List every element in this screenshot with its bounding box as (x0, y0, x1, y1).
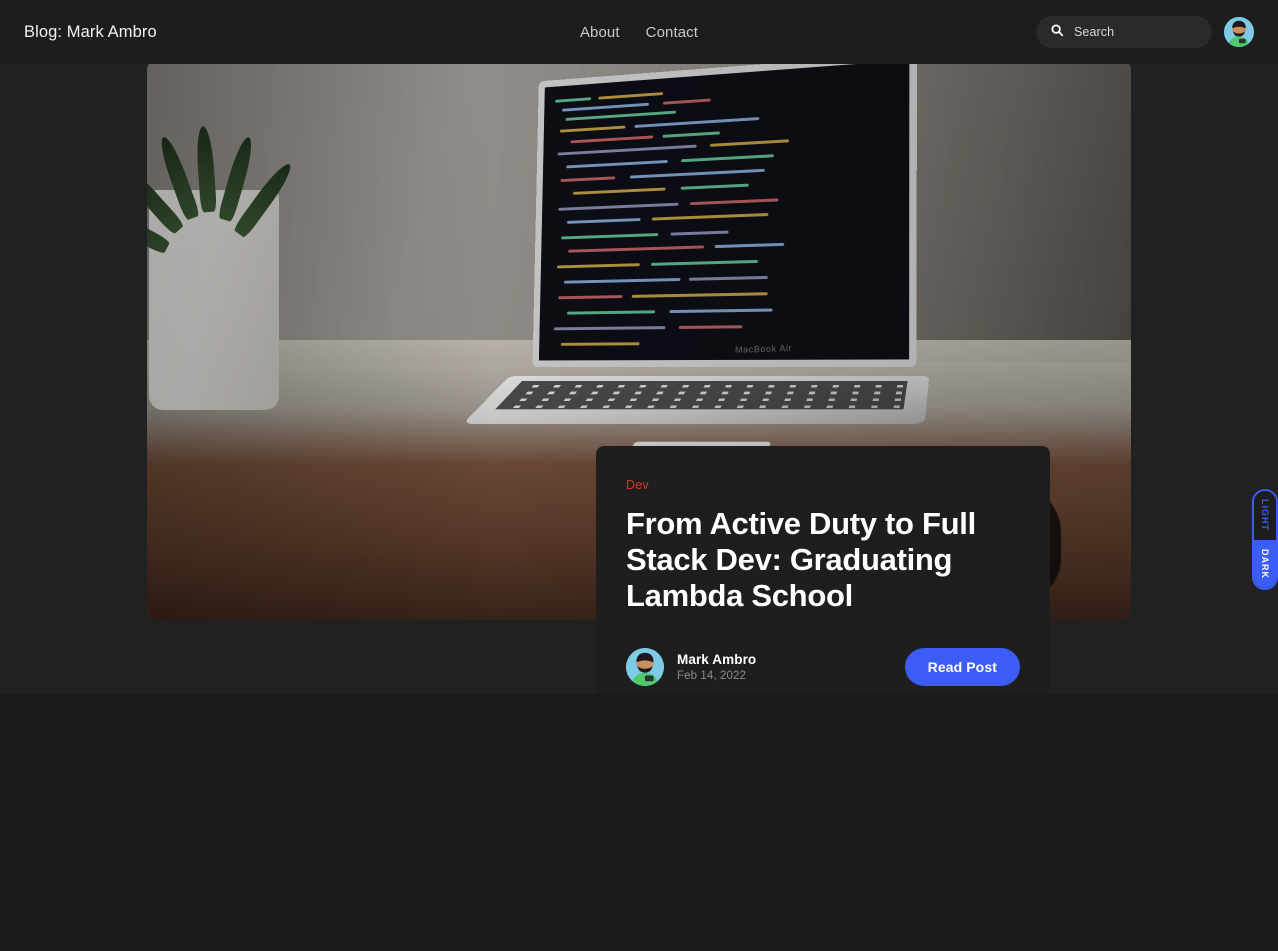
search-input[interactable]: Search (1036, 16, 1212, 48)
site-brand[interactable]: Blog: Mark Ambro (24, 23, 157, 42)
featured-post-card: Dev From Active Duty to Full Stack Dev: … (596, 446, 1050, 694)
featured-post-title[interactable]: From Active Duty to Full Stack Dev: Grad… (626, 506, 1020, 614)
post-category-tag[interactable]: Dev (626, 478, 1020, 492)
nav-link-about[interactable]: About (580, 24, 620, 41)
hero-section: MacBook Air Dev From Active Duty to Full… (0, 64, 1278, 694)
nav-right-group: Search (1036, 16, 1254, 48)
theme-toggle[interactable]: LIGHT DARK (1252, 489, 1278, 590)
theme-toggle-light-option[interactable]: LIGHT (1254, 491, 1276, 540)
author-avatar (626, 647, 664, 686)
search-icon (1050, 23, 1064, 42)
search-placeholder: Search (1074, 25, 1115, 39)
theme-toggle-light-label: LIGHT (1260, 499, 1270, 532)
read-post-button[interactable]: Read Post (904, 647, 1020, 686)
recent-posts-section: Lifestyle Starting the prep for the Grea… (0, 694, 1278, 951)
nav-link-contact[interactable]: Contact (646, 24, 698, 41)
theme-toggle-dark-label: DARK (1260, 548, 1270, 579)
avatar[interactable] (1224, 17, 1254, 47)
theme-toggle-dark-option[interactable]: DARK (1254, 539, 1276, 588)
main-nav: About Contact (580, 24, 698, 41)
featured-post-footer: Mark Ambro Feb 14, 2022 Read Post (626, 647, 1020, 686)
post-date: Feb 14, 2022 (677, 669, 746, 682)
author-block: Mark Ambro Feb 14, 2022 (677, 652, 756, 682)
author-name: Mark Ambro (677, 651, 757, 667)
top-navbar: Blog: Mark Ambro About Contact Search (0, 0, 1278, 64)
